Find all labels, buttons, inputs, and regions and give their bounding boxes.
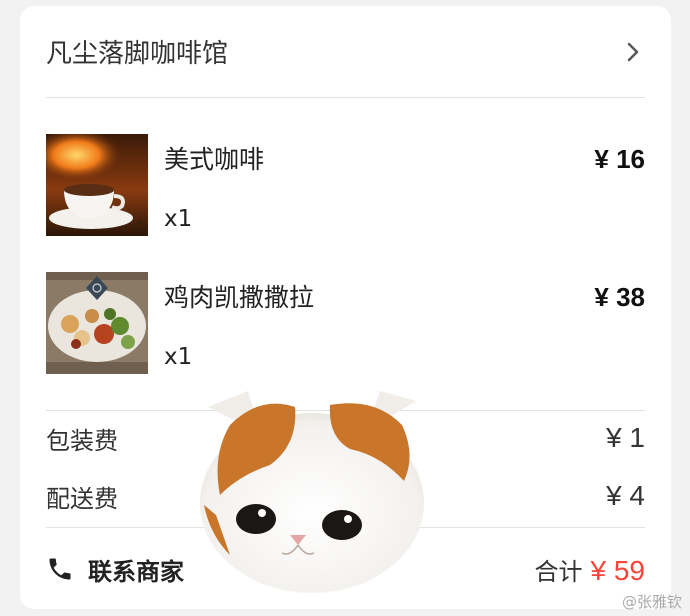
coffee-cup-photo [46, 134, 148, 236]
fee-label: 包装费 [46, 426, 118, 455]
item-name: 鸡肉凯撒撒拉 [164, 283, 315, 312]
contact-merchant-label: 联系商家 [88, 557, 184, 586]
item-name: 美式咖啡 [164, 145, 265, 174]
watermark: @张雅钦 [622, 591, 682, 612]
order-item: 鸡肉凯撒撒拉 x1 ¥ 38 [46, 272, 645, 376]
order-total: 合计 ¥ 59 [535, 552, 646, 587]
total-value: ¥ 59 [590, 554, 646, 586]
fee-value: ¥ 1 [606, 422, 645, 453]
fee-value: ¥ 4 [606, 480, 645, 511]
item-quantity: x1 [164, 206, 193, 232]
shop-name: 凡尘落脚咖啡馆 [46, 39, 229, 69]
fee-label: 配送费 [46, 484, 118, 513]
kitten-face-sticker [200, 391, 424, 593]
contact-merchant-button[interactable]: 联系商家 [46, 552, 184, 587]
item-quantity: x1 [164, 344, 193, 370]
item-price: ¥ 16 [594, 144, 645, 174]
order-item: 美式咖啡 x1 ¥ 16 [46, 134, 645, 238]
total-label: 合计 [534, 557, 583, 586]
phone-icon [49, 558, 71, 580]
salad-bowl-photo [46, 272, 148, 374]
item-price: ¥ 38 [594, 282, 645, 312]
watermark-text: @张雅钦 [621, 593, 682, 611]
shop-header[interactable]: 凡尘落脚咖啡馆 [46, 6, 645, 98]
chevron-right-icon[interactable] [621, 40, 645, 64]
